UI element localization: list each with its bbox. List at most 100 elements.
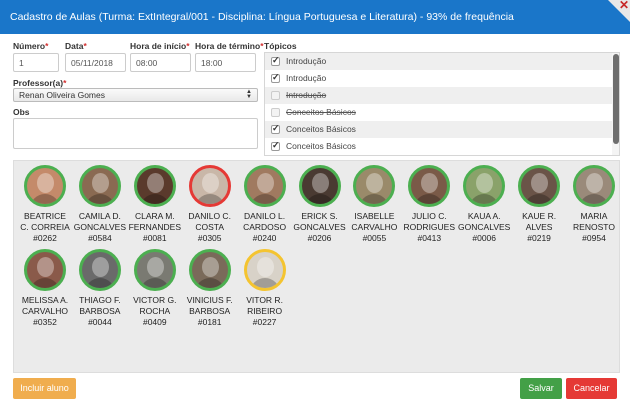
hora-inicio-label: Hora de início* <box>130 41 190 51</box>
topics-list: Introdução Introdução Introdução Conceitos … <box>264 52 620 156</box>
close-button[interactable]: ✕ <box>608 0 630 22</box>
student-id: #0262 <box>33 233 57 243</box>
avatar-head-shape <box>201 257 219 277</box>
student-name-line1: JULIO C. <box>411 211 447 221</box>
student-name-line2: ROCHA <box>139 306 171 316</box>
topic-checkbox[interactable] <box>271 140 280 151</box>
topic-item: Introdução <box>265 87 612 104</box>
student-card[interactable]: DANILO C. COSTA #0305 <box>182 165 238 244</box>
student-avatar[interactable] <box>133 249 176 291</box>
student-card[interactable]: BEATRICE C. CORREIA #0262 <box>17 165 73 244</box>
avatar-body-shape <box>524 194 555 204</box>
student-avatar[interactable] <box>408 165 451 207</box>
modal-header: Cadastro de Aulas (Turma: ExtIntegral/00… <box>0 0 630 34</box>
avatar-head-shape <box>586 173 603 193</box>
student-card[interactable]: ERICK S. GONCALVES #0206 <box>292 165 348 244</box>
student-name-line2: CARVALHO <box>22 306 68 316</box>
avatar-head-shape <box>256 257 274 277</box>
student-name-line2: BARBOSA <box>189 306 231 316</box>
student-card[interactable]: ISABELLE CARVALHO #0055 <box>346 165 402 244</box>
student-card[interactable]: DANILO L. CARDOSO #0240 <box>237 165 293 244</box>
avatar-body-shape <box>84 194 115 204</box>
hora-termino-input[interactable]: 18:00 <box>195 53 256 72</box>
modal-title: Cadastro de Aulas (Turma: ExtIntegral/00… <box>10 11 514 23</box>
professor-select[interactable]: Renan Oliveira Gomes ▲ ▼ <box>13 88 258 102</box>
obs-textarea[interactable] <box>13 118 258 149</box>
student-name-line1: ERICK S. <box>301 211 338 221</box>
student-card[interactable]: VITOR R. RIBEIRO #0227 <box>237 249 293 328</box>
student-name-line1: KAUA A. <box>467 211 501 221</box>
avatar-head-shape <box>201 173 219 193</box>
topic-checkbox[interactable] <box>271 123 280 134</box>
topics-scrollbar[interactable] <box>612 53 619 155</box>
avatar-body-shape <box>304 194 335 204</box>
student-name-line2: ALVES <box>525 222 553 232</box>
hora-termino-label: Hora de término* <box>195 41 264 51</box>
student-avatar[interactable] <box>298 165 341 207</box>
topicos-label: Tópicos <box>264 41 297 51</box>
avatar-head-shape <box>146 257 164 277</box>
student-avatar[interactable] <box>243 165 286 207</box>
student-card[interactable]: THIAGO F. BARBOSA #0044 <box>72 249 128 328</box>
student-avatar[interactable] <box>353 165 396 207</box>
student-name-line2: GONCALVES <box>458 222 511 232</box>
avatar-head-shape <box>91 173 109 193</box>
student-card[interactable]: KAUE R. ALVES #0219 <box>511 165 567 244</box>
cancelar-button[interactable]: Cancelar <box>566 378 617 399</box>
scrollbar-thumb[interactable] <box>613 54 619 144</box>
student-card[interactable]: VINICIUS F. BARBOSA #0181 <box>182 249 238 328</box>
avatar-head-shape <box>91 257 109 277</box>
student-id: #0081 <box>142 233 167 243</box>
avatar-head-shape <box>476 173 494 193</box>
hora-inicio-input[interactable]: 08:00 <box>130 53 191 72</box>
student-id: #0055 <box>362 233 387 243</box>
student-name-line1: KAUE R. <box>522 211 557 221</box>
student-avatar[interactable] <box>463 165 506 207</box>
data-input[interactable]: 05/11/2018 <box>65 53 126 72</box>
student-avatar[interactable] <box>188 249 231 291</box>
topic-item: Conceitos Básicos <box>265 121 612 138</box>
topic-item: Introdução <box>265 70 612 87</box>
student-id: #0305 <box>197 233 222 243</box>
topic-checkbox[interactable] <box>271 55 280 66</box>
topic-checkbox <box>271 91 280 100</box>
student-avatar[interactable] <box>133 165 176 207</box>
salvar-button[interactable]: Salvar <box>520 378 562 399</box>
student-card[interactable]: JULIO C. RODRIGUES #0413 <box>401 165 457 244</box>
student-name-line2: RODRIGUES <box>403 222 456 232</box>
student-name-line2: GONCALVES <box>293 222 346 232</box>
student-avatar[interactable] <box>78 249 121 291</box>
avatar-body-shape <box>84 278 115 288</box>
numero-input[interactable]: 1 <box>13 53 59 72</box>
student-avatar[interactable] <box>78 165 121 207</box>
student-id: #0044 <box>88 317 112 327</box>
student-card[interactable]: CAMILA D. GONCALVES #0584 <box>72 165 128 244</box>
student-card[interactable]: CLARA M. FERNANDES #0081 <box>127 165 183 244</box>
student-card[interactable]: KAUA A. GONCALVES #0006 <box>456 165 512 244</box>
student-card[interactable]: VICTOR G. ROCHA #0409 <box>127 249 183 328</box>
student-avatar[interactable] <box>188 165 231 207</box>
student-name-line2: CARVALHO <box>351 222 398 232</box>
student-avatar[interactable] <box>573 165 615 207</box>
student-avatar[interactable] <box>24 165 66 207</box>
student-name-line1: MELISSA A. <box>21 295 69 305</box>
topic-label: Conceitos Básicos <box>286 107 356 117</box>
incluir-aluno-button[interactable]: Incluir aluno <box>13 378 76 399</box>
avatar-head-shape <box>531 173 549 193</box>
professor-label: Professor(a)* <box>13 78 67 88</box>
student-name-line2: C. CORREIA <box>20 222 70 232</box>
student-name-line2: RIBEIRO <box>247 306 283 316</box>
student-card[interactable]: MARIA RENOSTO #0954 <box>566 165 622 244</box>
avatar-head-shape <box>311 173 329 193</box>
student-name-line1: CLARA M. <box>134 211 175 221</box>
student-name-line1: CAMILA D. <box>78 211 121 221</box>
avatar-head-shape <box>37 257 54 277</box>
student-avatar[interactable] <box>518 165 561 207</box>
close-icon: ✕ <box>618 0 629 12</box>
student-avatar[interactable] <box>24 249 66 291</box>
student-card[interactable]: MELISSA A. CARVALHO #0352 <box>17 249 73 328</box>
topic-checkbox[interactable] <box>271 72 280 83</box>
student-avatar[interactable] <box>243 249 286 291</box>
student-name-line1: ISABELLE <box>354 211 395 221</box>
topic-item: Conceitos Básicos <box>265 104 612 121</box>
